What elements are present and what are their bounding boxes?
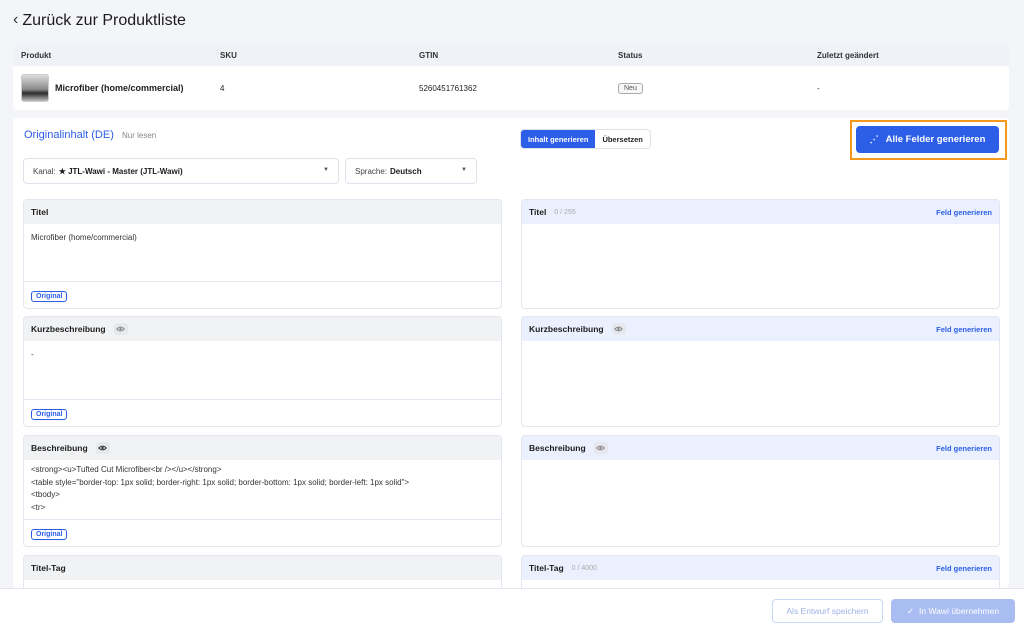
language-select[interactable]: Sprache: Deutsch ▼ <box>345 158 477 184</box>
content-panel: Originalinhalt (DE) Nur lesen Inhalt gen… <box>13 118 1009 595</box>
divider <box>24 281 501 282</box>
status-badge: Neu <box>618 82 643 94</box>
chevron-down-icon: ▼ <box>461 167 467 173</box>
generate-all-button[interactable]: ⋰ Alle Felder generieren <box>856 126 999 153</box>
description-line: <tr> <box>31 502 46 512</box>
sparkle-icon: ⋰ <box>869 134 879 144</box>
channel-value: ★ JTL-Wawi - Master (JTL-Wawi) <box>58 166 183 176</box>
channel-label: Kanal: <box>33 166 56 176</box>
original-badge: Original <box>31 409 68 420</box>
field-header: Beschreibung Feld generieren <box>522 436 999 460</box>
description-line: <tbody> <box>31 490 60 499</box>
description-line: <table style="border-top: 1px solid; bor… <box>31 477 410 487</box>
product-gtin: 5260451761362 <box>419 83 477 93</box>
orig-field-title: Titel Microfiber (home/commercial) Origi… <box>23 199 502 309</box>
char-count: 0 / 4000 <box>571 564 597 572</box>
field-header: Beschreibung <box>24 436 501 460</box>
column-product: Produkt <box>21 50 52 60</box>
back-link[interactable]: ‹ Zurück zur Produktliste <box>13 12 186 30</box>
field-header: Titel 0 / 255 Feld generieren <box>522 200 999 224</box>
readonly-label: Nur lesen <box>122 131 157 140</box>
table-row: Microfiber (home/commercial) 4 526045176… <box>13 66 1009 110</box>
product-thumbnail <box>21 74 49 102</box>
orig-field-description: Beschreibung <strong><u>Tufted Cut Micro… <box>23 435 502 547</box>
field-value: - <box>31 350 34 359</box>
field-label: Titel <box>529 207 547 217</box>
generate-field-button[interactable]: Feld generieren <box>936 564 992 573</box>
column-status: Status <box>618 50 643 60</box>
description-line: <strong><u>Tufted Cut Microfiber<br /></… <box>31 465 222 474</box>
field-label: Kurzbeschreibung <box>529 324 604 334</box>
product-sku: 4 <box>220 83 225 93</box>
apply-wawi-button[interactable]: ✓ In Wawi übernehmen <box>891 599 1015 623</box>
product-name: Microfiber (home/commercial) <box>55 83 184 93</box>
divider <box>24 399 501 400</box>
column-gtin: GTIN <box>419 50 439 60</box>
eye-icon[interactable] <box>611 323 626 335</box>
field-header: Titel <box>24 200 501 224</box>
eye-icon[interactable] <box>95 442 110 454</box>
field-value: <strong><u>Tufted Cut Microfiber<br /></… <box>24 460 501 522</box>
page-title: Zurück zur Produktliste <box>22 12 186 29</box>
save-draft-button[interactable]: Als Entwurf speichern <box>772 599 883 623</box>
channel-select[interactable]: Kanal: ★ JTL-Wawi - Master (JTL-Wawi) ▼ <box>23 158 339 184</box>
field-label: Kurzbeschreibung <box>31 324 106 334</box>
field-label: Titel <box>31 207 49 217</box>
char-count: 0 / 255 <box>554 208 576 216</box>
field-header: Titel-Tag 0 / 4000 Feld generieren <box>522 556 999 580</box>
original-badge: Original <box>31 291 68 302</box>
generate-all-label: Alle Felder generieren <box>885 134 986 145</box>
table-header: Produkt SKU GTIN Status Zuletzt geändert <box>13 44 1009 66</box>
field-header: Kurzbeschreibung <box>24 317 501 341</box>
gen-field-title[interactable]: Titel 0 / 255 Feld generieren <box>521 199 1000 309</box>
section-title: Originalinhalt (DE) <box>24 129 114 141</box>
apply-label: In Wawi übernehmen <box>919 606 1000 616</box>
field-label: Beschreibung <box>31 443 88 453</box>
field-header: Kurzbeschreibung Feld generieren <box>522 317 999 341</box>
tab-generate-content[interactable]: Inhalt generieren <box>521 130 596 148</box>
column-sku: SKU <box>220 50 237 60</box>
language-label: Sprache: <box>355 166 388 176</box>
field-label: Titel-Tag <box>31 563 66 573</box>
divider <box>24 519 501 520</box>
column-modified: Zuletzt geändert <box>817 50 879 60</box>
eye-icon[interactable] <box>113 323 128 335</box>
generate-field-button[interactable]: Feld generieren <box>936 325 992 334</box>
gen-field-description[interactable]: Beschreibung Feld generieren <box>521 435 1000 547</box>
tab-translate[interactable]: Übersetzen <box>595 130 650 148</box>
field-header: Titel-Tag <box>24 556 501 580</box>
generate-field-button[interactable]: Feld generieren <box>936 444 992 453</box>
chevron-left-icon: ‹ <box>13 11 19 28</box>
mode-toggle: Inhalt generieren Übersetzen <box>520 129 651 149</box>
generate-field-button[interactable]: Feld generieren <box>936 208 992 217</box>
field-label: Titel-Tag <box>529 563 564 573</box>
product-modified: - <box>817 83 820 93</box>
product-table: Produkt SKU GTIN Status Zuletzt geändert… <box>13 44 1009 110</box>
check-icon: ✓ <box>906 605 915 616</box>
orig-field-short-description: Kurzbeschreibung - Original <box>23 316 502 427</box>
gen-field-short-description[interactable]: Kurzbeschreibung Feld generieren <box>521 316 1000 427</box>
field-label: Beschreibung <box>529 443 586 453</box>
eye-icon[interactable] <box>593 442 608 454</box>
language-value: Deutsch <box>390 166 422 176</box>
field-value: Microfiber (home/commercial) <box>31 233 137 242</box>
chevron-down-icon: ▼ <box>323 167 329 173</box>
original-badge: Original <box>31 529 68 540</box>
